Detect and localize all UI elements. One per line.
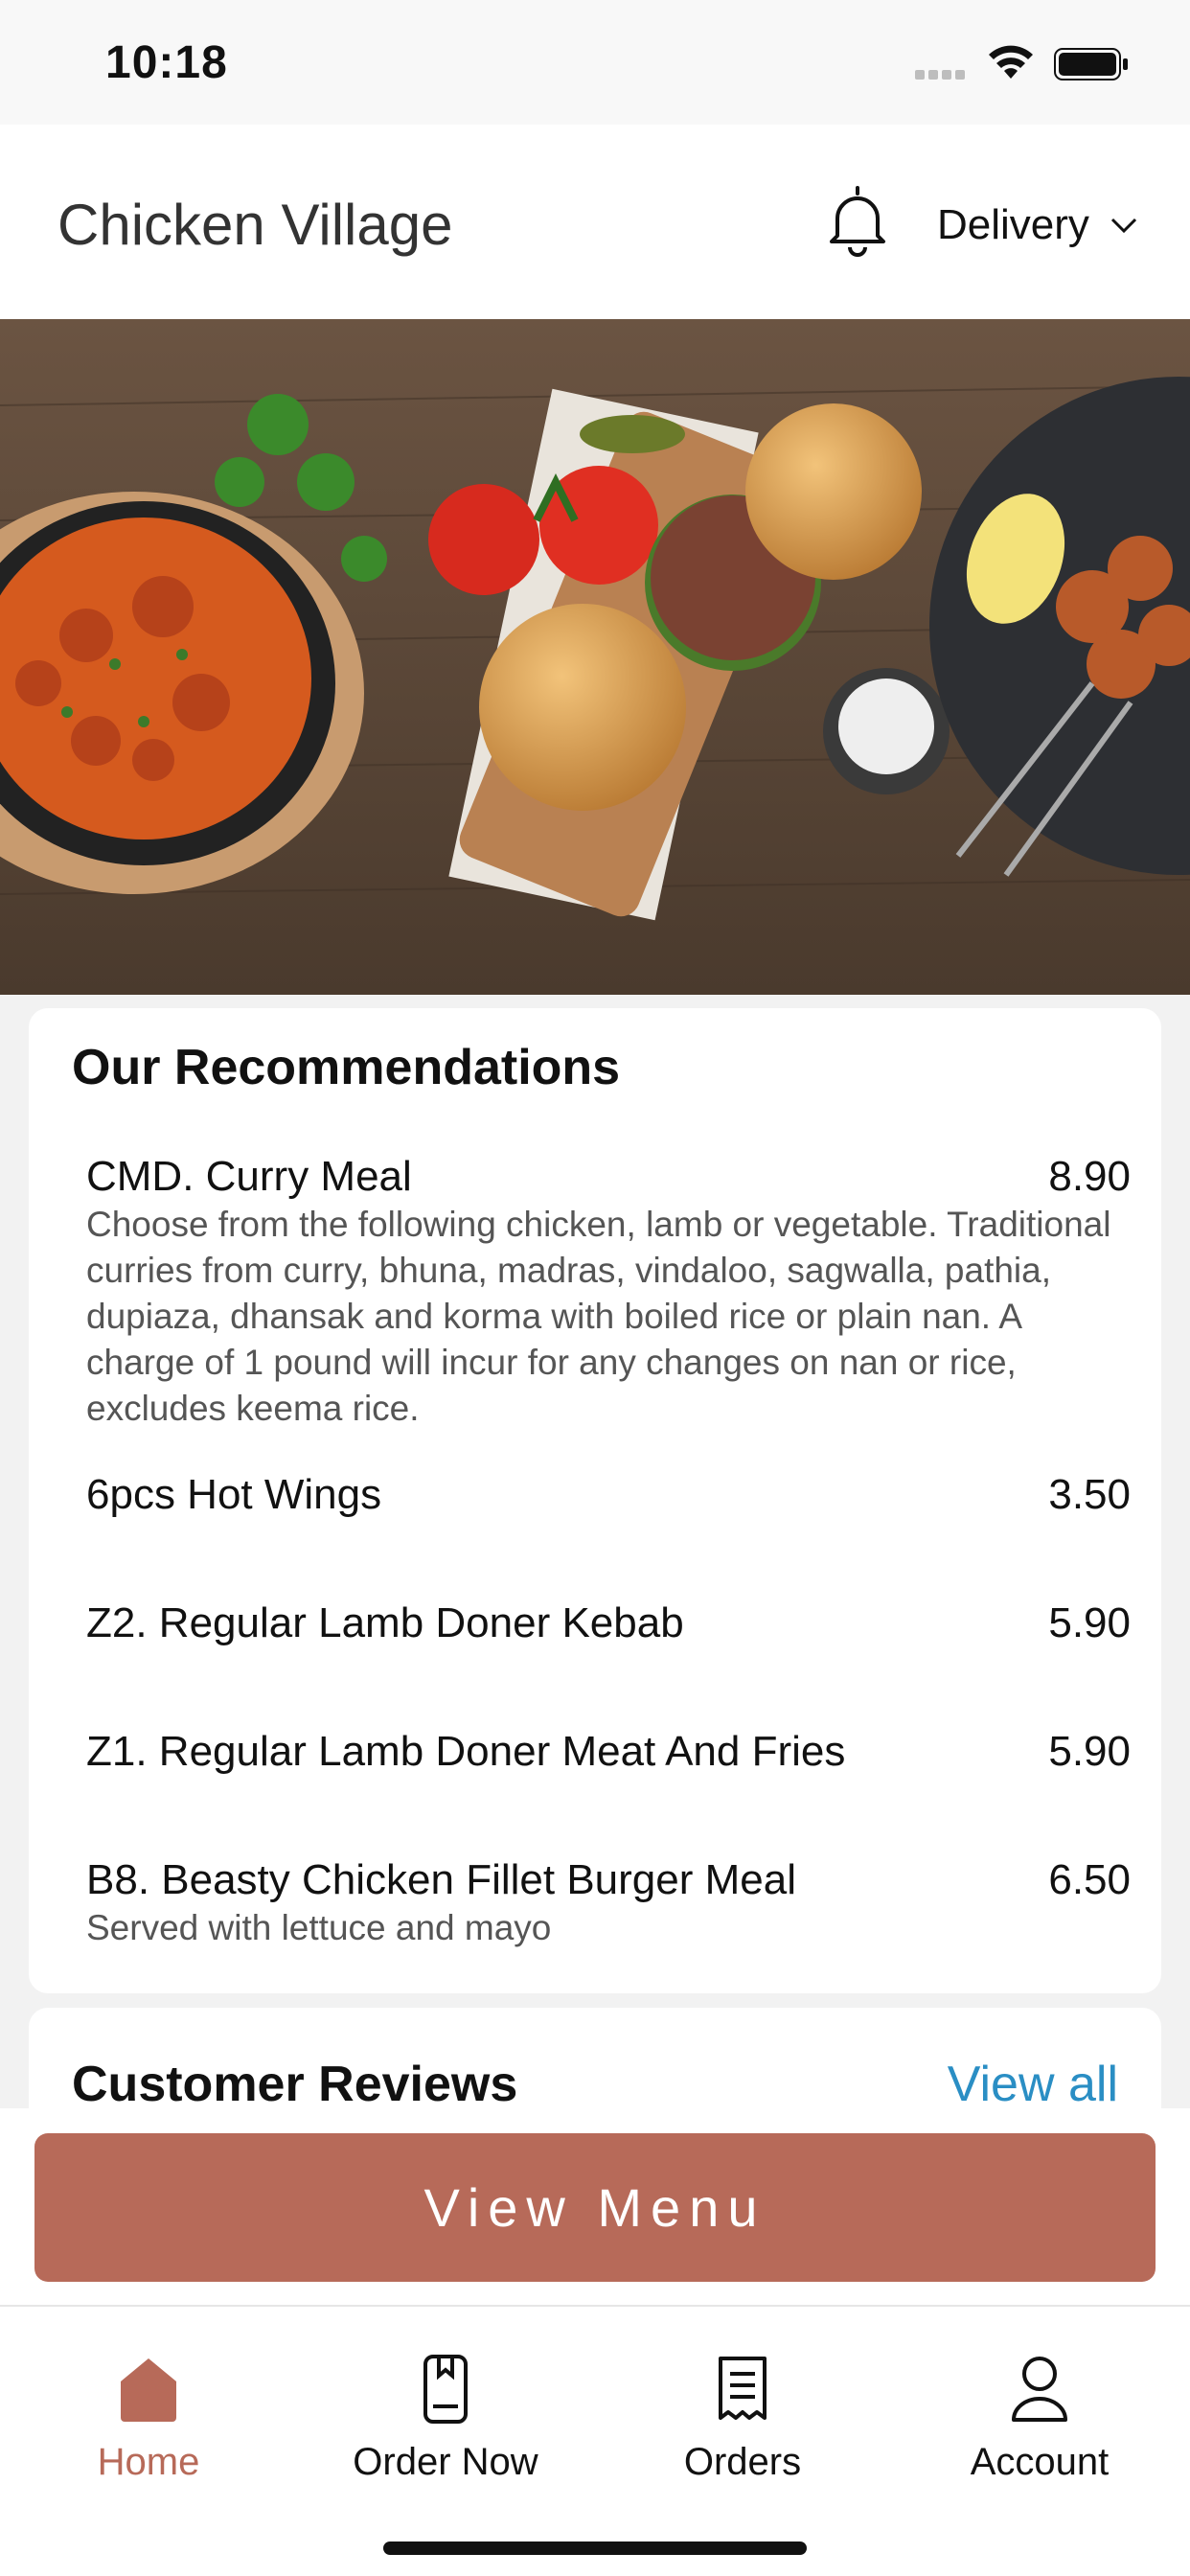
item-name: Z1. Regular Lamb Doner Meat And Fries (86, 1728, 846, 1775)
view-all-reviews-link[interactable]: View all (948, 2056, 1118, 2113)
recommendations-card: Our Recommendations CMD. Curry Meal 8.90… (29, 1008, 1161, 1993)
item-price: 5.90 (1048, 1599, 1131, 1646)
home-indicator (383, 2542, 807, 2555)
bottom-panel: View Menu Home Order Now Orders Account (0, 2108, 1190, 2576)
item-price: 8.90 (1048, 1153, 1131, 1200)
view-menu-button[interactable]: View Menu (34, 2133, 1156, 2282)
tab-label: Order Now (353, 2441, 538, 2483)
wifi-icon (989, 45, 1033, 79)
status-time: 10:18 (105, 37, 228, 88)
recommendation-item[interactable]: CMD. Curry Meal 8.90 Choose from the fol… (86, 1152, 1131, 1432)
recommendations-heading: Our Recommendations (72, 1040, 621, 1095)
item-price: 5.90 (1048, 1728, 1131, 1775)
tab-label: Orders (683, 2441, 802, 2483)
home-icon (121, 2358, 176, 2422)
item-description: Choose from the following chicken, lamb … (86, 1205, 1111, 1428)
chevron-down-icon (1110, 218, 1136, 234)
receipt-icon (719, 2357, 767, 2420)
tab-home[interactable]: Home (0, 2307, 297, 2537)
item-name: CMD. Curry Meal (86, 1153, 412, 1200)
cellular-signal-icon (915, 67, 973, 80)
user-icon (1012, 2357, 1067, 2422)
item-price: 6.50 (1048, 1856, 1131, 1903)
hero-food-image (0, 319, 1190, 995)
customer-reviews-heading: Customer Reviews (72, 2057, 518, 2112)
recommendation-item[interactable]: 6pcs Hot Wings 3.50 (86, 1470, 1131, 1520)
tab-orders[interactable]: Orders (594, 2307, 891, 2537)
item-description: Served with lettuce and mayo (86, 1908, 552, 1947)
item-name: 6pcs Hot Wings (86, 1471, 382, 1518)
delivery-mode-label: Delivery (937, 201, 1089, 248)
tab-label: Home (97, 2441, 200, 2483)
tab-bar: Home Order Now Orders Account (0, 2307, 1190, 2537)
tab-account[interactable]: Account (891, 2307, 1188, 2537)
status-bar: 10:18 (0, 0, 1190, 125)
delivery-mode-dropdown[interactable]: Delivery (937, 201, 1137, 249)
recommendation-item[interactable]: Z2. Regular Lamb Doner Kebab 5.90 (86, 1598, 1131, 1648)
item-name: Z2. Regular Lamb Doner Kebab (86, 1599, 684, 1646)
item-price: 3.50 (1048, 1471, 1131, 1518)
item-name: B8. Beasty Chicken Fillet Burger Meal (86, 1856, 796, 1903)
order-book-icon (423, 2355, 468, 2424)
battery-icon (1054, 48, 1128, 80)
recommendation-item[interactable]: B8. Beasty Chicken Fillet Burger Meal 6.… (86, 1855, 1131, 1951)
food-illustration (0, 319, 1190, 995)
restaurant-title: Chicken Village (57, 193, 453, 257)
app-header: Chicken Village Delivery (0, 125, 1190, 319)
recommendation-item[interactable]: Z1. Regular Lamb Doner Meat And Fries 5.… (86, 1727, 1131, 1777)
tab-order-now[interactable]: Order Now (297, 2307, 594, 2537)
tab-label: Account (970, 2441, 1110, 2483)
notification-bell-icon[interactable] (824, 182, 891, 259)
